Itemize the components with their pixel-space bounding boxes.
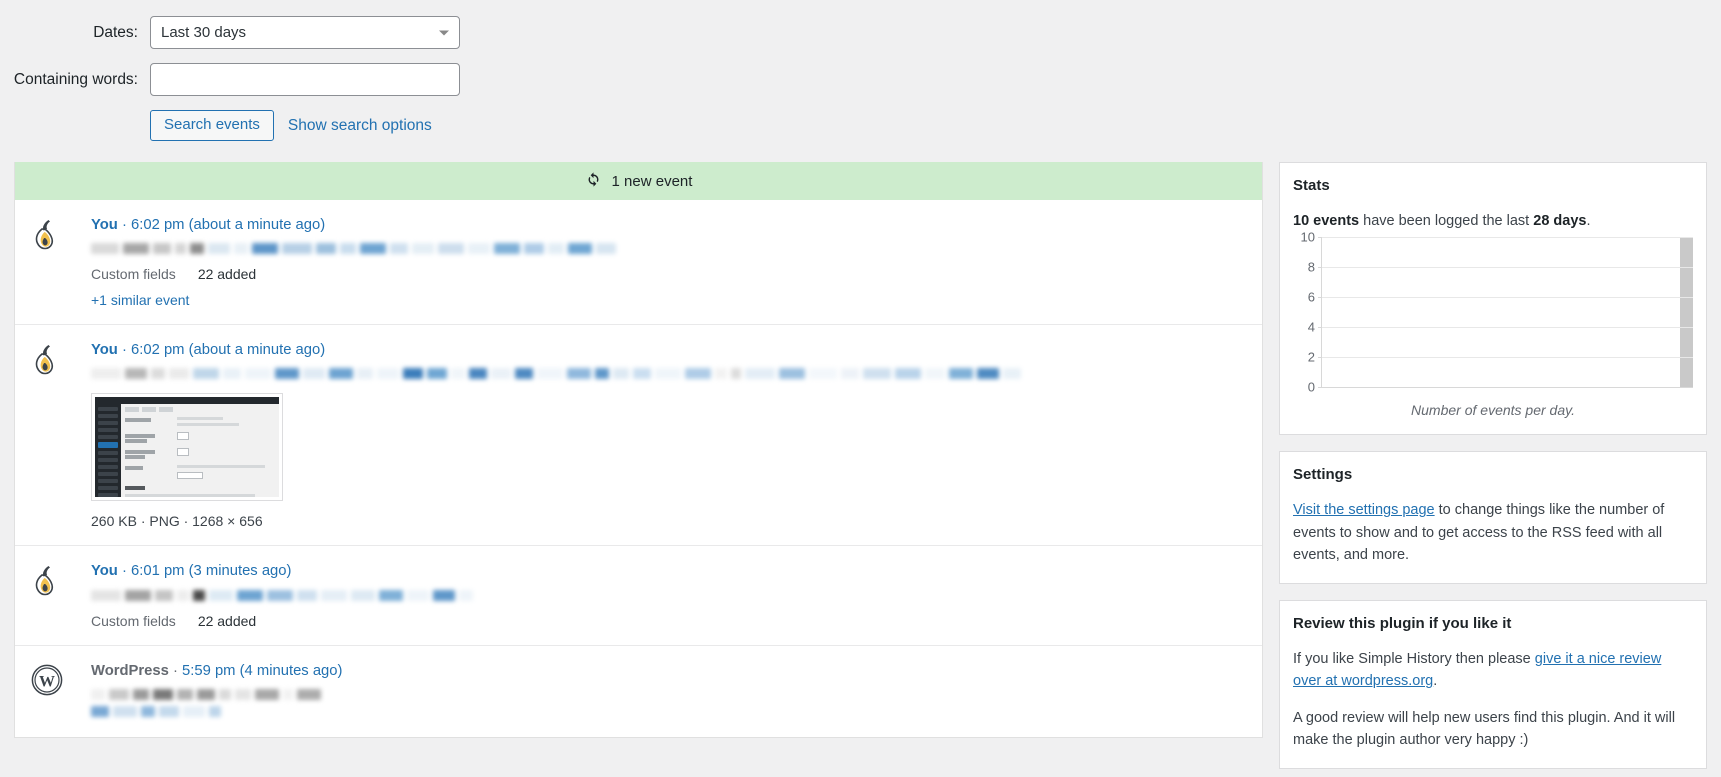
event-initiator: WordPress — [91, 662, 169, 679]
event-message-redacted — [91, 243, 1244, 255]
chart-gridline: 10 — [1301, 230, 1693, 245]
chart-y-tick-mark — [1318, 297, 1322, 299]
search-actions: Search events Show search options — [0, 110, 1721, 141]
avatar: W — [31, 662, 75, 721]
chart-gridline: 6 — [1308, 290, 1693, 305]
search-input[interactable] — [150, 63, 460, 96]
chart-bar — [1679, 238, 1694, 389]
chart-y-tick-label: 4 — [1307, 319, 1315, 335]
detail-key: Custom fields — [91, 612, 176, 629]
events-per-day-chart: 0 2 4 6 8 10 — [1293, 230, 1694, 395]
detail-value: 22 added — [197, 612, 257, 629]
attachment-meta: 260 KB · PNG · 1268 × 656 — [91, 513, 263, 530]
new-events-label: 1 new event — [611, 173, 693, 190]
event-row[interactable]: You · 6:02 pm (about a minute ago) — [15, 200, 1262, 326]
search-form: Dates: Last 30 days Containing words: Se… — [0, 0, 1721, 141]
event-log: 1 new event You · 6:02 pm (about a minut… — [14, 162, 1263, 738]
avatar — [31, 562, 75, 628]
event-message-redacted — [91, 368, 1244, 380]
event-row[interactable]: You · 6:01 pm (3 minutes ago) Custom fie… — [15, 546, 1262, 646]
settings-box: Settings Visit the settings page to chan… — [1279, 451, 1707, 584]
event-details: Custom fields 22 added — [91, 266, 1244, 282]
event-separator: · — [121, 217, 127, 233]
review-box: Review this plugin if you like it If you… — [1279, 599, 1707, 769]
event-time: 6:01 pm (3 minutes ago) — [131, 563, 292, 580]
attachment-thumbnail[interactable] — [91, 393, 283, 502]
show-search-options-link[interactable]: Show search options — [288, 117, 432, 135]
sidebar: Stats 10 events have been logged the las… — [1279, 162, 1707, 777]
stats-summary-mid: have been logged the last — [1359, 213, 1534, 229]
chart-y-tick-mark — [1318, 357, 1322, 359]
event-details: Custom fields 22 added — [91, 613, 1244, 629]
review-p1-pre: If you like Simple History then please — [1293, 650, 1535, 667]
settings-body: Visit the settings page to change things… — [1293, 499, 1693, 566]
stats-day-range: 28 days — [1533, 213, 1587, 229]
chart-y-tick-mark — [1318, 387, 1322, 389]
refresh-icon — [585, 171, 602, 192]
event-row[interactable]: You · 6:02 pm (about a minute ago) — [15, 325, 1262, 547]
containing-words-label: Containing words: — [13, 70, 138, 88]
detail-key: Custom fields — [91, 266, 176, 283]
event-separator: · — [121, 563, 127, 580]
event-separator: · — [172, 662, 178, 679]
dates-label: Dates: — [93, 23, 138, 41]
event-time: 6:02 pm (about a minute ago) — [131, 217, 326, 233]
chart-y-tick-label: 8 — [1307, 259, 1315, 275]
event-header: You · 6:02 pm (about a minute ago) — [91, 216, 1244, 235]
event-header: WordPress · 5:59 pm (4 minutes ago) — [91, 662, 1244, 681]
event-message-redacted — [91, 589, 1244, 601]
event-initiator: You — [91, 217, 118, 233]
dates-select[interactable]: Last 30 days — [150, 16, 460, 49]
event-header: You · 6:02 pm (about a minute ago) — [91, 341, 1244, 360]
search-events-button[interactable]: Search events — [150, 110, 274, 141]
detail-value: 22 added — [197, 266, 257, 283]
event-time: 6:02 pm (about a minute ago) — [131, 342, 326, 359]
chart-gridline: 2 — [1308, 350, 1693, 365]
chart-y-tick-label: 6 — [1307, 289, 1315, 305]
chart-gridline: 4 — [1308, 320, 1693, 335]
stats-summary-end: . — [1586, 213, 1591, 229]
event-separator: · — [121, 342, 127, 359]
review-paragraph-1: If you like Simple History then please g… — [1293, 648, 1693, 693]
svg-text:W: W — [39, 673, 55, 690]
chart-caption: Number of events per day. — [1411, 402, 1575, 419]
new-events-bar[interactable]: 1 new event — [15, 162, 1262, 200]
stats-box: Stats 10 events have been logged the las… — [1279, 162, 1707, 436]
chart-y-tick-mark — [1318, 267, 1322, 269]
event-time: 5:59 pm (4 minutes ago) — [182, 662, 343, 679]
chart-y-tick-mark — [1318, 237, 1322, 239]
chart-y-tick-mark — [1318, 327, 1322, 329]
dates-row: Dates: Last 30 days — [0, 16, 1721, 49]
settings-title: Settings — [1293, 466, 1353, 484]
event-header: You · 6:01 pm (3 minutes ago) — [91, 562, 1244, 581]
settings-page-link[interactable]: Visit the settings page — [1293, 502, 1435, 518]
event-row[interactable]: W WordPress · 5:59 pm (4 minutes ago) — [15, 646, 1262, 737]
chart-y-tick-label: 2 — [1307, 349, 1315, 365]
chart-y-tick-label: 10 — [1300, 229, 1315, 245]
avatar — [31, 216, 75, 308]
review-paragraph-2: A good review will help new users find t… — [1293, 709, 1676, 749]
chart-gridline: 8 — [1308, 260, 1693, 275]
chart-gridline: 0 — [1308, 380, 1693, 395]
chart-bars — [1323, 238, 1694, 389]
review-p1-post: . — [1433, 673, 1438, 690]
stats-summary: 10 events have been logged the last 28 d… — [1293, 210, 1693, 232]
stats-title: Stats — [1293, 177, 1330, 194]
event-initiator: You — [91, 342, 118, 359]
event-message-redacted — [91, 688, 1244, 700]
review-title: Review this plugin if you like it — [1293, 614, 1512, 632]
simple-history-page: Dates: Last 30 days Containing words: Se… — [0, 0, 1721, 777]
event-initiator: You — [91, 563, 118, 580]
containing-words-row: Containing words: — [0, 63, 1721, 96]
stats-event-count: 10 events — [1293, 213, 1360, 229]
thumbnail-image — [95, 397, 279, 498]
similar-events-link[interactable]: +1 similar event — [91, 292, 189, 308]
chart-y-tick-label: 0 — [1307, 379, 1315, 395]
avatar — [31, 341, 75, 529]
event-message-redacted-line2 — [91, 705, 1244, 717]
